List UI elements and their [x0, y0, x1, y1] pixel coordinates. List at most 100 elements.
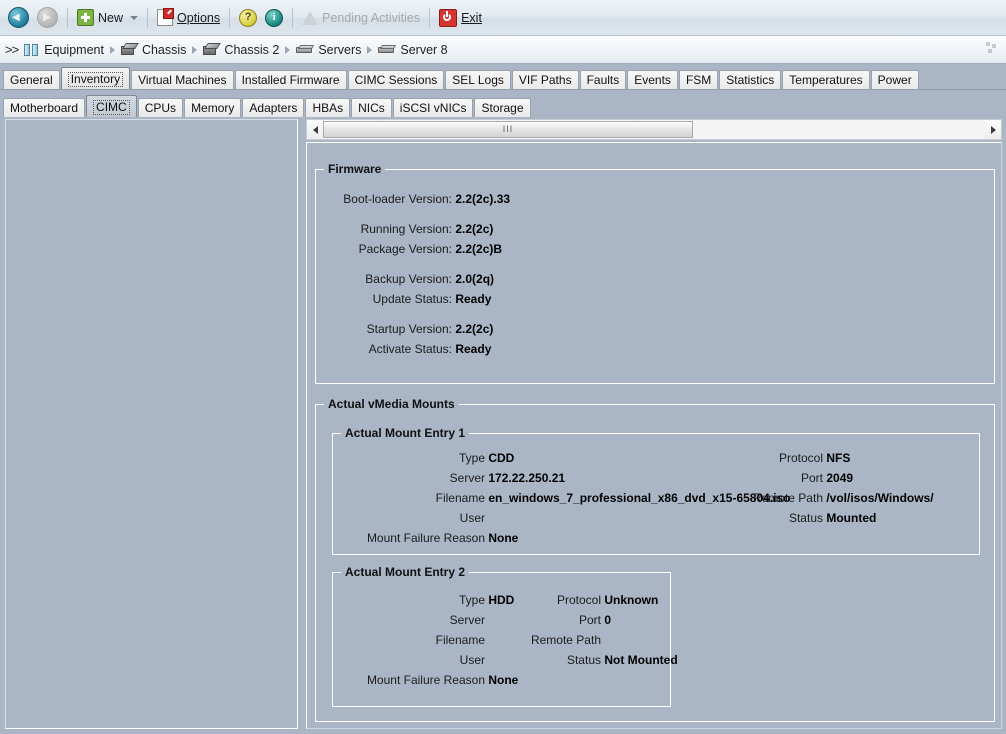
vmedia-group-title: Actual vMedia Mounts	[324, 397, 459, 411]
chassis-icon	[203, 43, 220, 56]
field-value: 0	[604, 613, 612, 627]
entry1-row-filename: Filename en_windows_7_professional_x86_d…	[333, 491, 791, 505]
mount-entry-2-group: Actual Mount Entry 2 Type HDD Server Fil…	[332, 565, 678, 707]
help-icon	[239, 8, 258, 27]
field-label: Remote Path	[530, 633, 601, 647]
info-button[interactable]	[261, 5, 287, 31]
breadcrumb-separator-icon	[192, 45, 198, 54]
scroll-left-button[interactable]	[307, 120, 323, 139]
subtab-memory[interactable]: Memory	[184, 98, 242, 117]
field-value: 2.2(2c).33	[455, 192, 511, 206]
entry2-row-type: Type HDD	[333, 593, 514, 607]
tab-label: Inventory	[67, 72, 124, 87]
tab-fsm[interactable]: FSM	[678, 70, 719, 89]
horizontal-scrollbar[interactable]: III	[306, 119, 1002, 140]
warning-triangle-icon	[302, 10, 319, 25]
equipment-icon	[24, 43, 40, 57]
firmware-row-bootloader: Boot-loader Version: 2.2(2c).33	[322, 192, 510, 206]
forward-button[interactable]	[33, 5, 62, 31]
field-label: Protocol	[778, 451, 823, 465]
firmware-row-startup: Startup Version: 2.2(2c)	[322, 322, 494, 336]
entry2-row-user: User	[333, 653, 485, 667]
scroll-right-button[interactable]	[985, 120, 1001, 139]
tab-general[interactable]: General	[3, 70, 60, 89]
breadcrumb-overflow-icon[interactable]	[986, 42, 1000, 56]
breadcrumb-separator-icon	[367, 45, 373, 54]
firmware-row-update-status: Update Status: Ready	[322, 292, 492, 306]
toolbar-separator	[67, 7, 68, 28]
field-value: Ready	[455, 342, 492, 356]
tab-vif-paths[interactable]: VIF Paths	[511, 70, 579, 89]
subtab-motherboard[interactable]: Motherboard	[3, 98, 86, 117]
breadcrumb-item-server-8[interactable]: Server 8	[378, 42, 448, 57]
scroll-right-icon	[990, 125, 996, 134]
subtab-adapters[interactable]: Adapters	[242, 98, 305, 117]
tab-faults[interactable]: Faults	[579, 70, 627, 89]
server-icon	[296, 44, 314, 55]
tab-power[interactable]: Power	[870, 70, 919, 89]
entry2-row-protocol: Protocol Unknown	[491, 593, 658, 607]
breadcrumb-item-chassis-2[interactable]: Chassis 2	[203, 43, 279, 57]
tab-events[interactable]: Events	[627, 70, 678, 89]
tab-inventory[interactable]: Inventory	[60, 67, 131, 89]
firmware-row-package: Package Version: 2.2(2c)B	[322, 242, 502, 256]
field-value: Not Mounted	[604, 653, 678, 667]
field-value: CDD	[488, 451, 515, 465]
exit-icon	[439, 8, 458, 27]
entry1-row-server: Server 172.22.250.21	[333, 471, 565, 485]
cimc-detail-panel: Firmware Boot-loader Version: 2.2(2c).33…	[306, 142, 1002, 729]
mount-entry-1-group: Actual Mount Entry 1 Type CDD Server 172…	[332, 426, 980, 555]
chassis-icon	[120, 43, 138, 56]
breadcrumb-label: Equipment	[44, 42, 104, 57]
toolbar-separator	[147, 7, 149, 28]
subtab-iscsi-vnics[interactable]: iSCSI vNICs	[392, 98, 474, 117]
help-button[interactable]	[235, 5, 261, 31]
field-value: None	[488, 531, 519, 545]
field-label: Filename	[435, 633, 485, 647]
tab-label: CIMC	[93, 100, 130, 115]
field-value: Unknown	[604, 593, 659, 607]
field-label: Status	[566, 653, 601, 667]
main-toolbar: New Options Pending Activities Exit	[0, 0, 1006, 36]
field-label: Mount Failure Reason	[366, 673, 485, 687]
pending-activities-button: Pending Activities	[298, 5, 424, 31]
breadcrumb-prefix: >>	[5, 42, 19, 57]
field-label: Running Version:	[360, 222, 452, 236]
scrollbar-track[interactable]: III	[323, 120, 985, 139]
subtab-storage[interactable]: Storage	[474, 98, 531, 117]
field-label: Status	[788, 511, 823, 525]
tab-virtual-machines[interactable]: Virtual Machines	[131, 70, 234, 89]
breadcrumb-item-servers[interactable]: Servers	[296, 43, 361, 57]
tab-installed-firmware[interactable]: Installed Firmware	[234, 70, 347, 89]
entry1-row-status: Status Mounted	[723, 511, 876, 525]
tab-statistics[interactable]: Statistics	[719, 70, 782, 89]
tab-sel-logs[interactable]: SEL Logs	[445, 70, 511, 89]
entry2-row-port: Port 0	[491, 613, 611, 627]
firmware-row-running: Running Version: 2.2(2c)	[322, 222, 494, 236]
options-button[interactable]: Options	[153, 5, 224, 31]
breadcrumb: >> Equipment Chassis Chassis 2 Servers S…	[0, 36, 1006, 64]
field-value: NFS	[826, 451, 851, 465]
subtab-cpus[interactable]: CPUs	[137, 98, 184, 117]
scrollbar-thumb[interactable]: III	[323, 121, 693, 138]
exit-button[interactable]: Exit	[435, 5, 486, 31]
subtab-hbas[interactable]: HBAs	[305, 98, 351, 117]
field-value: 2.2(2c)	[455, 322, 494, 336]
field-label: Port	[800, 471, 823, 485]
plus-icon	[77, 9, 94, 26]
chevron-down-icon[interactable]	[130, 15, 139, 20]
entry1-row-protocol: Protocol NFS	[723, 451, 850, 465]
field-value: None	[488, 673, 519, 687]
new-button-label: New	[98, 10, 124, 25]
breadcrumb-item-chassis[interactable]: Chassis	[120, 43, 186, 57]
subtab-nics[interactable]: NICs	[351, 98, 392, 117]
tab-cimc-sessions[interactable]: CIMC Sessions	[347, 70, 445, 89]
breadcrumb-item-equipment[interactable]: Equipment	[24, 43, 104, 57]
back-button[interactable]	[4, 5, 33, 31]
tab-temperatures[interactable]: Temperatures	[782, 70, 870, 89]
vmedia-mounts-group: Actual vMedia Mounts Actual Mount Entry …	[315, 397, 995, 722]
breadcrumb-label: Server 8	[400, 42, 448, 57]
subtab-cimc[interactable]: CIMC	[86, 95, 137, 117]
new-button[interactable]: New	[73, 5, 142, 31]
field-label: Activate Status:	[368, 342, 452, 356]
